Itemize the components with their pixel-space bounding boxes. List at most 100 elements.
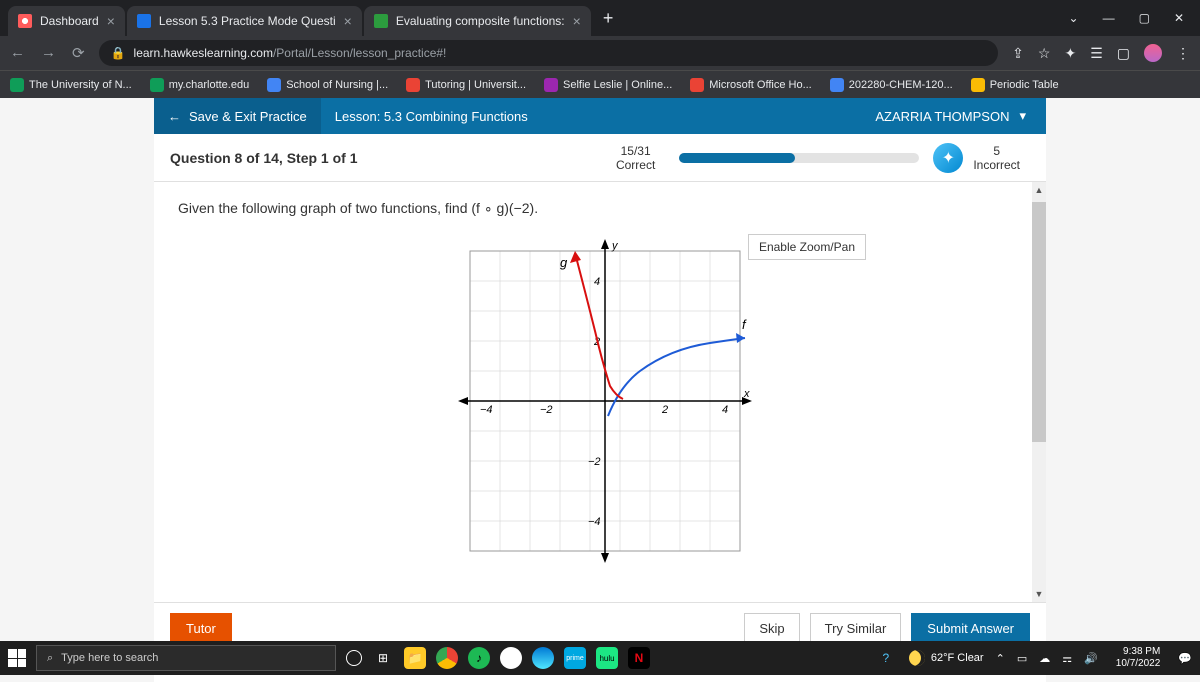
battery-icon[interactable]: ▭ xyxy=(1017,652,1027,665)
minimize-icon[interactable]: — xyxy=(1103,11,1115,25)
svg-text:g: g xyxy=(560,255,568,270)
bookmark-favicon xyxy=(971,78,985,92)
svg-text:f: f xyxy=(742,317,747,332)
app-frame: ← Save & Exit Practice Lesson: 5.3 Combi… xyxy=(154,98,1046,682)
profile-icon[interactable] xyxy=(1144,44,1162,62)
bookmark-item[interactable]: my.charlotte.edu xyxy=(150,78,250,92)
star-icon[interactable]: ☆ xyxy=(1038,45,1051,62)
reading-list-icon[interactable]: ☰ xyxy=(1090,45,1103,62)
save-exit-button[interactable]: ← Save & Exit Practice xyxy=(154,98,321,134)
spotify-icon[interactable]: ♪ xyxy=(468,647,490,669)
clock[interactable]: 9:38 PM 10/7/2022 xyxy=(1110,646,1167,670)
start-button[interactable] xyxy=(8,649,26,667)
close-icon[interactable]: × xyxy=(107,13,115,29)
netflix-icon[interactable]: N xyxy=(628,647,650,669)
bookmarks-bar: The University of N... my.charlotte.edu … xyxy=(0,70,1200,98)
mastery-icon: ✦ xyxy=(933,143,963,173)
moon-icon xyxy=(909,650,925,666)
svg-text:x: x xyxy=(743,388,750,400)
close-window-icon[interactable]: ✕ xyxy=(1174,11,1184,25)
back-arrow-icon: ← xyxy=(168,109,181,124)
user-menu[interactable]: AZARRIA THOMPSON ▾ xyxy=(855,108,1046,124)
volume-icon[interactable]: 🔊 xyxy=(1084,652,1098,665)
incorrect-score: 5 Incorrect xyxy=(963,144,1030,172)
status-row: Question 8 of 14, Step 1 of 1 15/31 Corr… xyxy=(154,134,1046,182)
hulu-icon[interactable]: hulu xyxy=(596,647,618,669)
new-tab-button[interactable]: + xyxy=(593,8,624,29)
lesson-title: Lesson: 5.3 Combining Functions xyxy=(321,109,542,124)
enable-zoom-button[interactable]: Enable Zoom/Pan xyxy=(748,234,866,260)
try-similar-button[interactable]: Try Similar xyxy=(810,613,902,644)
edge-icon[interactable] xyxy=(532,647,554,669)
reload-icon[interactable]: ⟳ xyxy=(72,44,85,62)
onedrive-icon[interactable]: ☁ xyxy=(1039,652,1050,665)
tab-favicon xyxy=(18,14,32,28)
close-icon[interactable]: × xyxy=(573,13,581,29)
scroll-up-icon[interactable]: ▲ xyxy=(1032,182,1046,198)
side-panel-icon[interactable]: ▢ xyxy=(1117,45,1130,62)
browser-tab[interactable]: Dashboard × xyxy=(8,6,125,36)
bookmark-item[interactable]: School of Nursing |... xyxy=(267,78,388,92)
weather-text: 62°F Clear xyxy=(931,652,984,664)
vertical-scrollbar[interactable]: ▲ ▼ xyxy=(1032,182,1046,602)
bookmark-item[interactable]: The University of N... xyxy=(10,78,132,92)
progress-bar xyxy=(679,153,919,163)
correct-label: Correct xyxy=(616,158,655,172)
tab-title: Evaluating composite functions: xyxy=(396,14,565,28)
scroll-thumb[interactable] xyxy=(1032,202,1046,442)
browser-tab[interactable]: Lesson 5.3 Practice Mode Questi × xyxy=(127,6,362,36)
bookmark-favicon xyxy=(406,78,420,92)
bookmark-item[interactable]: 202280-CHEM-120... xyxy=(830,78,953,92)
prime-video-icon[interactable]: prime xyxy=(564,647,586,669)
extensions-icon[interactable]: ✦ xyxy=(1064,45,1076,62)
submit-answer-button[interactable]: Submit Answer xyxy=(911,613,1030,644)
browser-tab-active[interactable]: Evaluating composite functions: × xyxy=(364,6,591,36)
system-tray: ? 62°F Clear ⌃ ▭ ☁ ⚎ 🔊 9:38 PM 10/7/2022… xyxy=(875,646,1192,670)
notifications-icon[interactable]: 💬 xyxy=(1178,652,1192,665)
graph-svg[interactable]: y x −4−224 42−2−4 f g xyxy=(440,231,760,571)
taskbar-apps: ⊞ 📁 ♪ 🛡 prime hulu N xyxy=(346,647,650,669)
cortana-icon[interactable] xyxy=(346,650,362,666)
back-icon[interactable]: ← xyxy=(10,44,25,62)
wifi-icon[interactable]: ⚎ xyxy=(1062,652,1072,665)
maximize-icon[interactable]: ▢ xyxy=(1139,11,1150,25)
incorrect-label: Incorrect xyxy=(973,158,1020,172)
chrome-icon[interactable] xyxy=(436,647,458,669)
scroll-down-icon[interactable]: ▼ xyxy=(1032,586,1046,602)
correct-count: 15/31 xyxy=(616,144,655,158)
correct-score: 15/31 Correct xyxy=(606,144,665,172)
help-icon[interactable]: ? xyxy=(875,647,897,669)
forward-icon[interactable]: → xyxy=(41,44,56,62)
menu-icon[interactable]: ⋮ xyxy=(1176,45,1190,62)
bookmark-favicon xyxy=(830,78,844,92)
date-text: 10/7/2022 xyxy=(1116,658,1161,670)
skip-button[interactable]: Skip xyxy=(744,613,799,644)
share-icon[interactable]: ⇪ xyxy=(1012,45,1024,62)
svg-text:2: 2 xyxy=(661,404,668,416)
tutor-button[interactable]: Tutor xyxy=(170,613,232,644)
address-bar[interactable]: 🔒 learn.hawkeslearning.com/Portal/Lesson… xyxy=(99,40,999,66)
user-name: AZARRIA THOMPSON xyxy=(875,109,1009,124)
search-placeholder: Type here to search xyxy=(61,652,158,664)
file-explorer-icon[interactable]: 📁 xyxy=(404,647,426,669)
bookmark-item[interactable]: Tutoring | Universit... xyxy=(406,78,526,92)
taskbar-search[interactable]: ⌕ Type here to search xyxy=(36,645,336,671)
url-text: learn.hawkeslearning.com/Portal/Lesson/l… xyxy=(134,46,447,60)
weather-widget[interactable]: 62°F Clear xyxy=(909,650,984,666)
chevron-down-icon[interactable]: ⌄ xyxy=(1069,11,1079,25)
bookmark-item[interactable]: Periodic Table xyxy=(971,78,1059,92)
bookmark-item[interactable]: Selfie Leslie | Online... xyxy=(544,78,672,92)
svg-text:−2: −2 xyxy=(540,404,553,416)
caret-down-icon: ▾ xyxy=(1019,108,1026,124)
chevron-up-icon[interactable]: ⌃ xyxy=(996,652,1005,665)
close-icon[interactable]: × xyxy=(344,13,352,29)
question-prompt: Given the following graph of two functio… xyxy=(178,200,1022,217)
browser-tab-strip: Dashboard × Lesson 5.3 Practice Mode Que… xyxy=(0,0,1200,36)
save-exit-label: Save & Exit Practice xyxy=(189,109,307,124)
task-view-icon[interactable]: ⊞ xyxy=(372,647,394,669)
bookmark-item[interactable]: Microsoft Office Ho... xyxy=(690,78,812,92)
progress-fill xyxy=(679,153,794,163)
app-icon[interactable]: 🛡 xyxy=(500,647,522,669)
tab-favicon xyxy=(137,14,151,28)
bookmark-favicon xyxy=(267,78,281,92)
